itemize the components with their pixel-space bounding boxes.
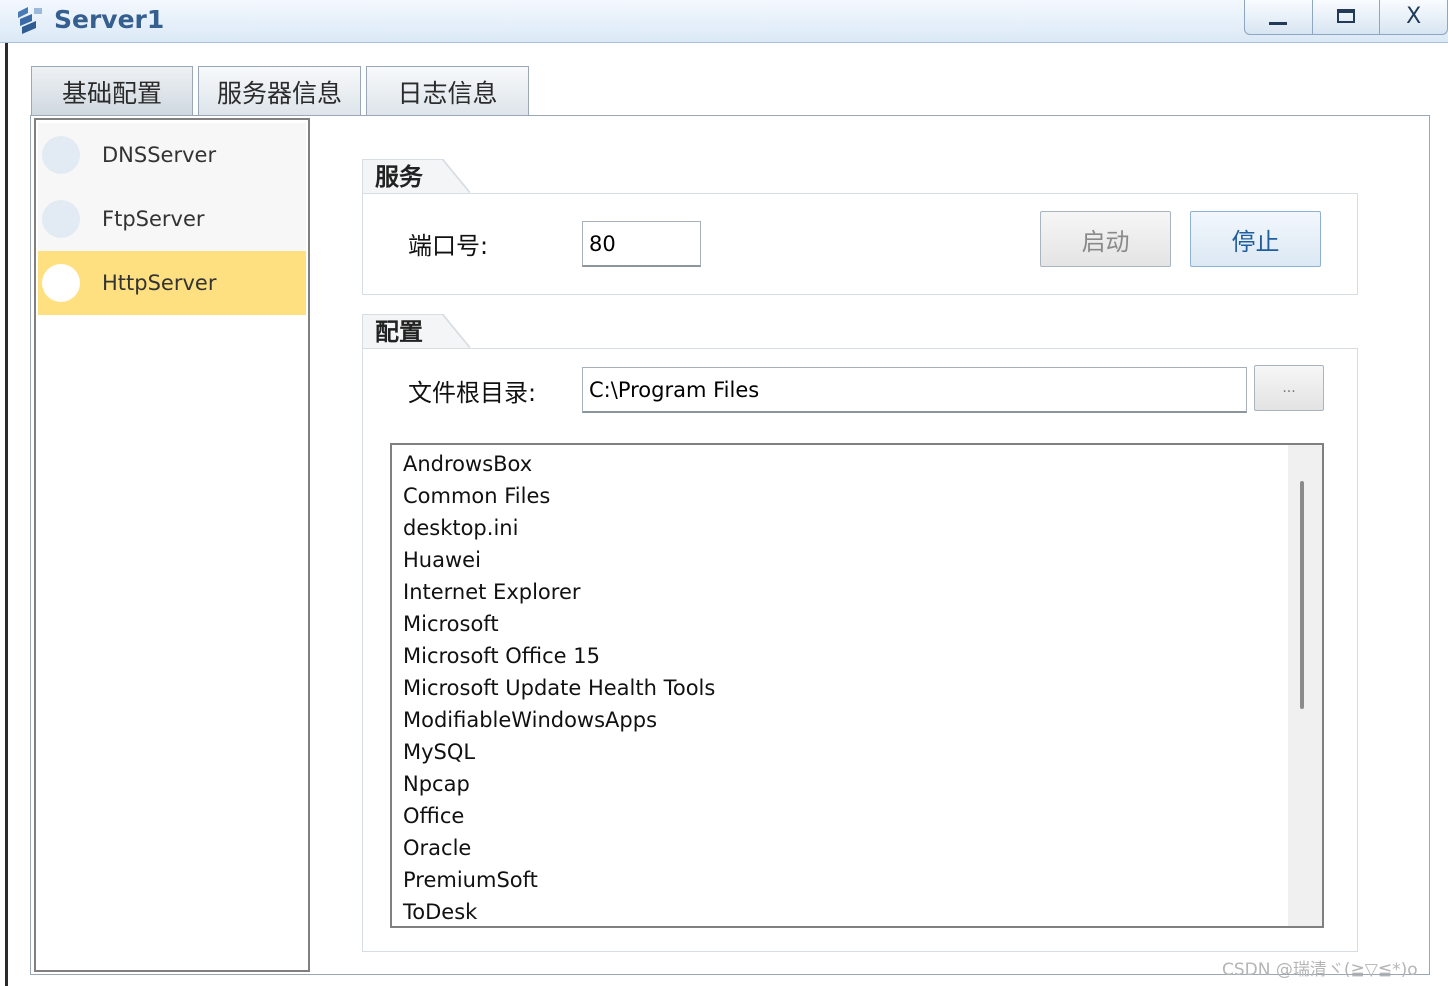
list-item[interactable]: Oracle xyxy=(403,832,471,864)
close-icon: X xyxy=(1406,3,1422,29)
close-button[interactable]: X xyxy=(1379,0,1448,35)
list-item[interactable]: Internet Explorer xyxy=(403,576,581,608)
list-item[interactable]: Microsoft Update Health Tools xyxy=(403,672,715,704)
browse-button[interactable]: ... xyxy=(1254,365,1324,411)
list-item[interactable]: PremiumSoft xyxy=(403,864,538,896)
tab-log-info[interactable]: 日志信息 xyxy=(366,66,529,116)
tab-label: 基础配置 xyxy=(61,78,162,108)
window-left-border xyxy=(5,43,8,986)
file-list-scrollbar[interactable] xyxy=(1288,445,1322,926)
scrollbar-thumb[interactable] xyxy=(1300,481,1304,709)
minimize-icon xyxy=(1269,21,1288,25)
minimize-button[interactable] xyxy=(1244,0,1313,35)
start-button[interactable]: 启动 xyxy=(1040,211,1171,267)
browse-button-label: ... xyxy=(1282,380,1296,396)
maximize-icon xyxy=(1337,9,1355,23)
server-status-icon xyxy=(42,136,80,174)
server-item-http[interactable]: HttpServer xyxy=(38,251,306,315)
maximize-button[interactable] xyxy=(1311,0,1381,35)
list-item[interactable]: ToDesk xyxy=(403,896,477,926)
list-item[interactable]: Microsoft xyxy=(403,608,499,640)
tab-label: 服务器信息 xyxy=(216,78,342,108)
tab-server-info[interactable]: 服务器信息 xyxy=(198,66,361,116)
watermark: CSDN @瑞清ヾ(≧▽≦*)o xyxy=(1222,960,1418,980)
root-dir-label: 文件根目录: xyxy=(408,379,537,407)
server-app-icon xyxy=(14,4,46,36)
server-status-icon xyxy=(42,200,80,238)
stop-button[interactable]: 停止 xyxy=(1190,211,1321,267)
config-group-title: 配置 xyxy=(362,314,470,348)
list-item[interactable]: desktop.ini xyxy=(403,512,518,544)
server-item-label: FtpServer xyxy=(102,207,205,231)
title-bar: Server1 X xyxy=(0,0,1448,43)
server-status-icon xyxy=(42,264,80,302)
server-item-label: DNSServer xyxy=(102,143,217,167)
server-item-dns[interactable]: DNSServer xyxy=(38,123,306,187)
file-list[interactable]: AndrowsBox Common Files desktop.ini Huaw… xyxy=(390,443,1324,928)
tab-label: 日志信息 xyxy=(397,78,498,108)
server-item-label: HttpServer xyxy=(102,271,217,295)
window-controls: X xyxy=(1244,0,1448,35)
stop-button-label: 停止 xyxy=(1231,227,1280,256)
tab-basic-config[interactable]: 基础配置 xyxy=(31,66,193,116)
window-title: Server1 xyxy=(54,5,165,34)
port-input[interactable] xyxy=(582,221,701,267)
port-label: 端口号: xyxy=(408,232,489,260)
server-list: DNSServer FtpServer HttpServer xyxy=(34,118,310,972)
list-item[interactable]: ModifiableWindowsApps xyxy=(403,704,657,736)
list-item[interactable]: MySQL xyxy=(403,736,475,768)
root-dir-input[interactable] xyxy=(582,367,1247,413)
list-item[interactable]: Common Files xyxy=(403,480,550,512)
list-item[interactable]: Office xyxy=(403,800,464,832)
list-item[interactable]: Npcap xyxy=(403,768,470,800)
service-group-title: 服务 xyxy=(362,159,470,193)
list-item[interactable]: AndrowsBox xyxy=(403,448,532,480)
list-item[interactable]: Microsoft Office 15 xyxy=(403,640,600,672)
server-item-ftp[interactable]: FtpServer xyxy=(38,187,306,251)
start-button-label: 启动 xyxy=(1081,227,1130,256)
list-item[interactable]: Huawei xyxy=(403,544,481,576)
